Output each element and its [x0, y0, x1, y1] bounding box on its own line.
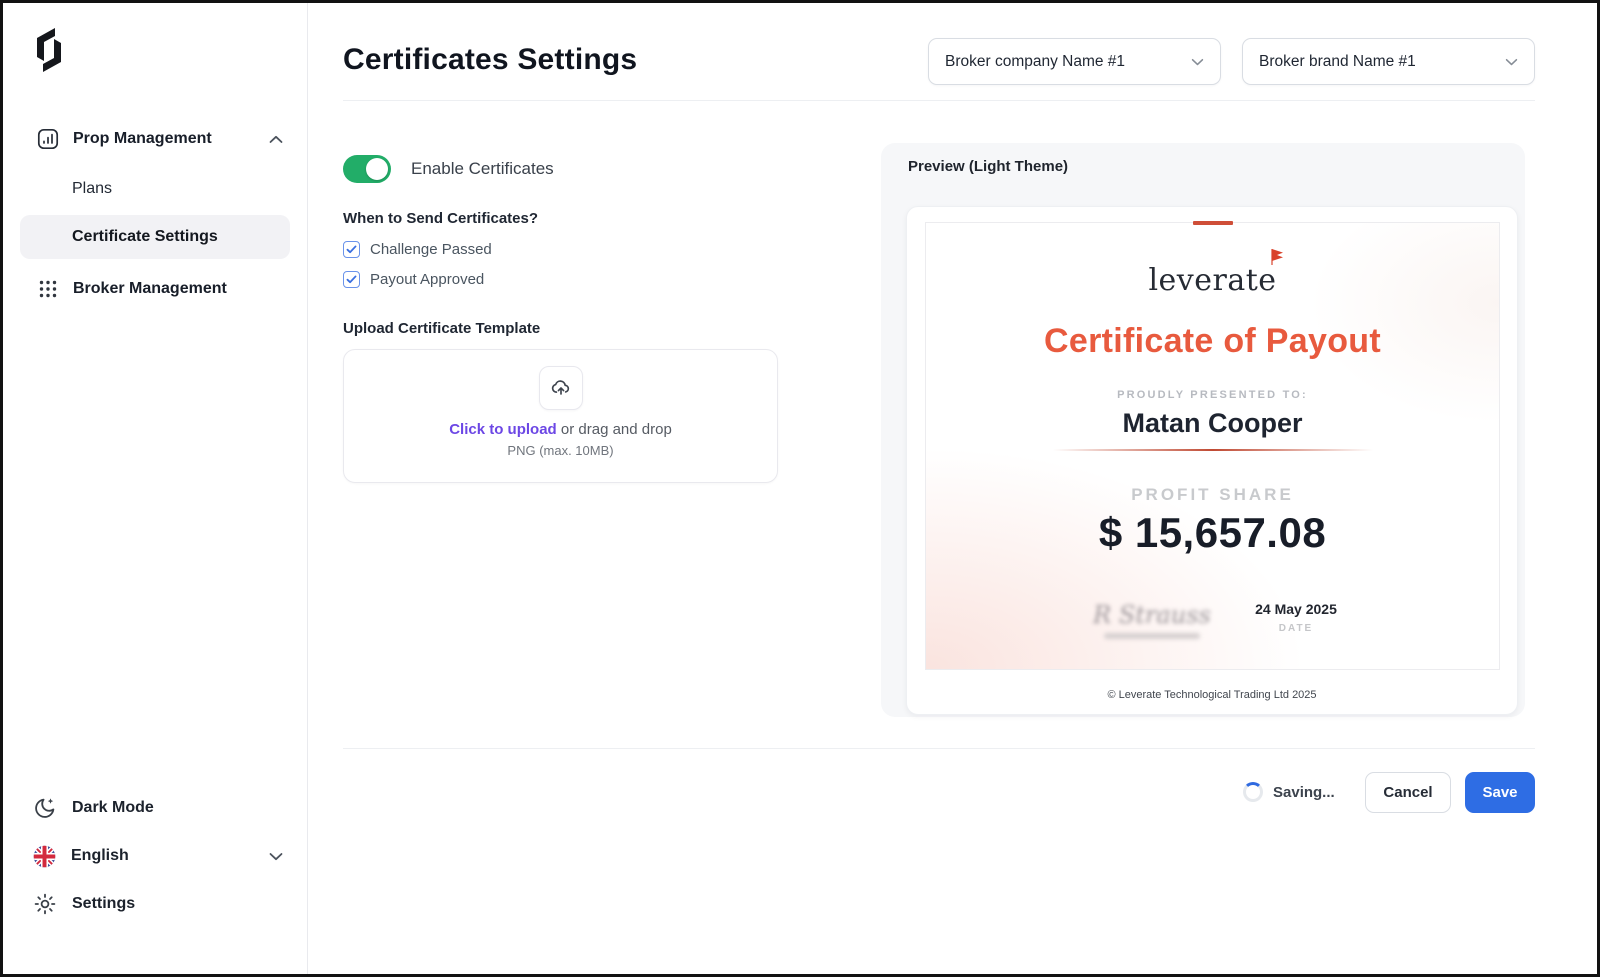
chevron-down-icon	[269, 852, 283, 861]
broker-company-dropdown-value: Broker company Name #1	[945, 53, 1125, 71]
save-button[interactable]: Save	[1465, 772, 1535, 813]
language-label: English	[71, 847, 129, 865]
sidebar-item-label: Broker Management	[73, 280, 227, 298]
enable-certificates-toggle[interactable]	[343, 155, 391, 183]
recipient-name: Matan Cooper	[1122, 408, 1302, 439]
signature-image: R Strauss	[1072, 601, 1232, 639]
recipient-underline	[1053, 449, 1373, 451]
dark-mode-toggle[interactable]: Dark Mode	[3, 784, 307, 832]
sidebar-item-label: Certificate Settings	[72, 228, 218, 246]
cancel-button[interactable]: Cancel	[1365, 772, 1451, 813]
page-title: Certificates Settings	[343, 43, 637, 77]
upload-format-hint: PNG (max. 10MB)	[507, 443, 613, 458]
challenge-passed-option[interactable]: Challenge Passed	[343, 241, 492, 258]
grid-dots-icon	[37, 278, 59, 300]
certificate-copyright: © Leverate Technological Trading Ltd 202…	[907, 689, 1517, 701]
cloud-upload-icon	[550, 377, 572, 399]
signature-subline	[1104, 633, 1200, 639]
enable-certificates-label: Enable Certificates	[411, 159, 554, 179]
app-window: Prop Management Plans Certificate Settin…	[0, 0, 1600, 977]
check-icon	[346, 275, 357, 284]
saving-spinner-icon	[1243, 782, 1263, 802]
sidebar-footer: Dark Mode English	[3, 784, 307, 928]
broker-company-dropdown[interactable]: Broker company Name #1	[928, 38, 1221, 85]
uk-flag-icon	[33, 845, 56, 868]
sidebar-nav: Prop Management Plans Certificate Settin…	[3, 121, 307, 307]
toggle-knob	[366, 158, 388, 180]
settings-label: Settings	[72, 895, 135, 913]
send-certificates-title: When to Send Certificates?	[343, 210, 538, 227]
date-label: DATE	[1248, 623, 1344, 634]
chevron-down-icon	[1191, 58, 1204, 66]
check-icon	[346, 245, 357, 254]
moon-icon	[33, 796, 57, 820]
gear-icon	[33, 892, 57, 916]
saving-label: Saving...	[1273, 784, 1335, 801]
header-divider	[343, 100, 1535, 101]
upload-instructions: Click to upload or drag and drop	[449, 421, 672, 438]
drag-drop-text: or drag and drop	[557, 421, 672, 438]
certificate-preview-card: leverate Certificate of Payout PROUDLY P…	[906, 206, 1518, 715]
saving-status: Saving...	[1243, 782, 1335, 802]
sidebar: Prop Management Plans Certificate Settin…	[3, 3, 308, 974]
certificate: leverate Certificate of Payout PROUDLY P…	[925, 222, 1500, 670]
signature-date-row: R Strauss 24 May 2025 DATE	[926, 601, 1499, 661]
footer-divider	[343, 748, 1535, 749]
brand-wordmark: leverate	[1148, 263, 1276, 298]
sidebar-item-prop-management[interactable]: Prop Management	[3, 121, 307, 157]
brand-flag-icon	[1270, 248, 1285, 266]
certificate-title: Certificate of Payout	[1044, 322, 1381, 361]
payout-approved-label: Payout Approved	[370, 271, 484, 288]
chevron-down-icon	[1505, 58, 1518, 66]
sidebar-item-label: Prop Management	[73, 130, 212, 148]
enable-certificates-row: Enable Certificates	[343, 155, 554, 183]
certificate-date: 24 May 2025	[1248, 601, 1344, 617]
upload-icon-button[interactable]	[539, 366, 583, 410]
brand-logo: leverate	[1148, 263, 1276, 298]
broker-brand-dropdown-value: Broker brand Name #1	[1259, 53, 1416, 71]
certificate-preview-panel: Preview (Light Theme) leverate Certifica…	[881, 143, 1525, 717]
app-logo-icon[interactable]	[27, 25, 71, 75]
bar-chart-icon	[37, 128, 59, 150]
presented-to-label: PROUDLY PRESENTED TO:	[1117, 389, 1308, 401]
payout-amount: $ 15,657.08	[1099, 509, 1326, 557]
signature-text: R Strauss	[1072, 601, 1232, 629]
dark-mode-label: Dark Mode	[72, 799, 154, 817]
language-selector[interactable]: English	[3, 832, 307, 880]
click-to-upload-link[interactable]: Click to upload	[449, 421, 557, 438]
sidebar-item-broker-management[interactable]: Broker Management	[3, 271, 307, 307]
broker-brand-dropdown[interactable]: Broker brand Name #1	[1242, 38, 1535, 85]
sidebar-item-certificate-settings[interactable]: Certificate Settings	[20, 215, 290, 259]
challenge-passed-checkbox[interactable]	[343, 241, 360, 258]
payout-approved-option[interactable]: Payout Approved	[343, 271, 484, 288]
preview-title: Preview (Light Theme)	[908, 158, 1068, 175]
sidebar-item-settings[interactable]: Settings	[3, 880, 307, 928]
sidebar-item-plans[interactable]: Plans	[3, 171, 307, 207]
upload-dropzone[interactable]: Click to upload or drag and drop PNG (ma…	[343, 349, 778, 483]
sidebar-item-label: Plans	[72, 180, 112, 198]
chevron-up-icon	[269, 135, 283, 144]
profit-share-label: PROFIT SHARE	[1131, 485, 1294, 505]
upload-template-title: Upload Certificate Template	[343, 320, 540, 337]
challenge-passed-label: Challenge Passed	[370, 241, 492, 258]
certificate-top-dash	[1193, 221, 1233, 225]
payout-approved-checkbox[interactable]	[343, 271, 360, 288]
date-block: 24 May 2025 DATE	[1248, 601, 1344, 634]
